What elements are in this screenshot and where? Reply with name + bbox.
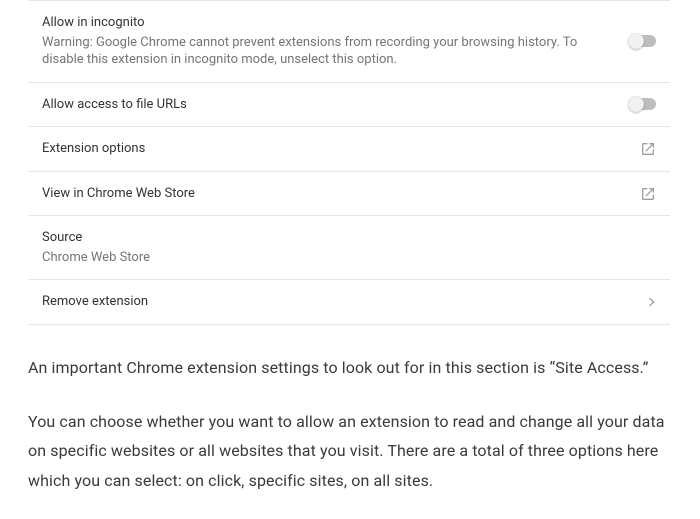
allow-incognito-warning: Warning: Google Chrome cannot prevent ex… bbox=[42, 34, 606, 69]
row-file-urls-text: Allow access to file URLs bbox=[42, 96, 606, 114]
allow-incognito-toggle[interactable] bbox=[630, 35, 656, 47]
source-title: Source bbox=[42, 229, 656, 247]
row-remove-extension-text: Remove extension bbox=[42, 293, 623, 311]
row-remove-extension[interactable]: Remove extension bbox=[28, 280, 670, 325]
article-body: An important Chrome extension settings t… bbox=[28, 353, 672, 495]
source-value: Chrome Web Store bbox=[42, 249, 656, 267]
paragraph: An important Chrome extension settings t… bbox=[28, 353, 672, 383]
row-file-urls: Allow access to file URLs bbox=[28, 83, 670, 128]
file-urls-toggle[interactable] bbox=[630, 98, 656, 110]
row-allow-incognito: Allow in incognito Warning: Google Chrom… bbox=[28, 1, 670, 83]
row-web-store-text: View in Chrome Web Store bbox=[42, 185, 616, 203]
row-web-store[interactable]: View in Chrome Web Store bbox=[28, 172, 670, 217]
paragraph: You can choose whether you want to allow… bbox=[28, 407, 672, 496]
chevron-right-icon bbox=[646, 298, 654, 306]
remove-extension-title: Remove extension bbox=[42, 293, 623, 311]
extension-settings-panel: Allow in incognito Warning: Google Chrom… bbox=[28, 0, 670, 325]
open-external-icon bbox=[640, 186, 656, 202]
file-urls-title: Allow access to file URLs bbox=[42, 96, 606, 114]
row-extension-options-text: Extension options bbox=[42, 140, 616, 158]
row-source-text: Source Chrome Web Store bbox=[42, 229, 656, 266]
row-source: Source Chrome Web Store bbox=[28, 216, 670, 280]
web-store-title: View in Chrome Web Store bbox=[42, 185, 616, 203]
extension-options-title: Extension options bbox=[42, 140, 616, 158]
row-extension-options[interactable]: Extension options bbox=[28, 127, 670, 172]
allow-incognito-title: Allow in incognito bbox=[42, 14, 606, 32]
row-allow-incognito-text: Allow in incognito Warning: Google Chrom… bbox=[42, 14, 606, 69]
open-external-icon bbox=[640, 141, 656, 157]
